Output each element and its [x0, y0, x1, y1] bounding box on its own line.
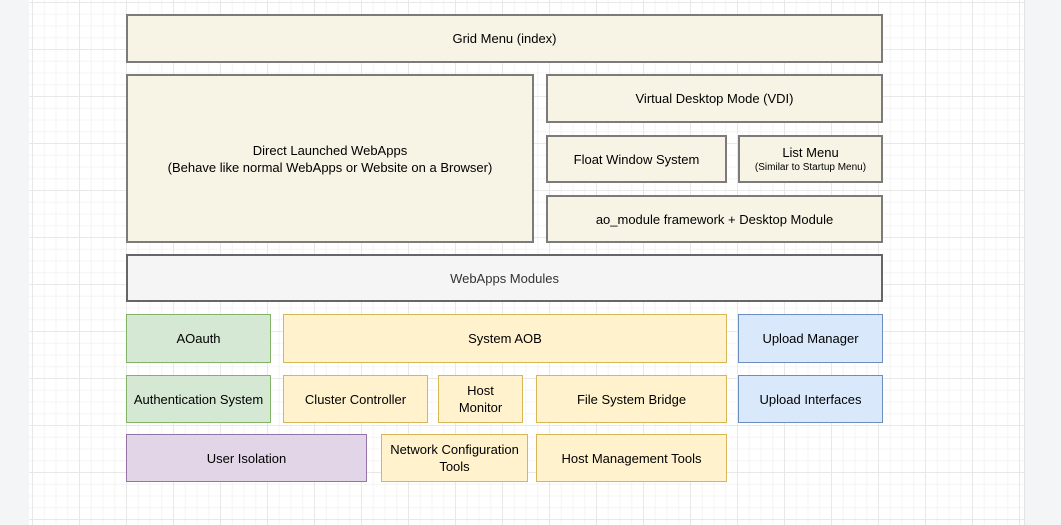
- box-label: WebApps Modules: [450, 270, 559, 287]
- box-virtual-desktop-mode[interactable]: Virtual Desktop Mode (VDI): [546, 74, 883, 123]
- box-direct-launched-webapps[interactable]: Direct Launched WebApps (Behave like nor…: [126, 74, 534, 243]
- box-label: Virtual Desktop Mode (VDI): [636, 90, 794, 107]
- box-float-window-system[interactable]: Float Window System: [546, 135, 727, 183]
- box-label: ao_module framework + Desktop Module: [596, 211, 833, 228]
- box-label: Upload Manager: [762, 330, 858, 347]
- box-label: Host Monitor: [445, 382, 516, 416]
- box-sublabel: (Similar to Startup Menu): [755, 161, 866, 174]
- box-label: Direct Launched WebApps: [253, 142, 407, 159]
- box-label: Upload Interfaces: [760, 391, 862, 408]
- box-label: Authentication System: [134, 391, 263, 408]
- box-grid-menu[interactable]: Grid Menu (index): [126, 14, 883, 63]
- box-user-isolation[interactable]: User Isolation: [126, 434, 367, 482]
- diagram-stage: Grid Menu (index) Direct Launched WebApp…: [0, 0, 1061, 525]
- box-list-menu[interactable]: List Menu (Similar to Startup Menu): [738, 135, 883, 183]
- box-label: Host Management Tools: [562, 450, 702, 467]
- box-host-management-tools[interactable]: Host Management Tools: [536, 434, 727, 482]
- box-label: User Isolation: [207, 450, 286, 467]
- box-authentication-system[interactable]: Authentication System: [126, 375, 271, 423]
- offcanvas-left-strip: [0, 0, 30, 525]
- box-label: List Menu: [782, 145, 838, 161]
- box-webapps-modules[interactable]: WebApps Modules: [126, 254, 883, 302]
- offcanvas-right-strip: [1024, 0, 1061, 525]
- box-label: File System Bridge: [577, 391, 686, 408]
- box-label: AOauth: [176, 330, 220, 347]
- box-label: Grid Menu (index): [452, 30, 556, 47]
- box-ao-module-framework[interactable]: ao_module framework + Desktop Module: [546, 195, 883, 243]
- box-file-system-bridge[interactable]: File System Bridge: [536, 375, 727, 423]
- box-cluster-controller[interactable]: Cluster Controller: [283, 375, 428, 423]
- box-label: Float Window System: [574, 151, 700, 168]
- box-host-monitor[interactable]: Host Monitor: [438, 375, 523, 423]
- box-upload-manager[interactable]: Upload Manager: [738, 314, 883, 363]
- box-label: Network Configuration Tools: [388, 441, 521, 475]
- box-system-aob[interactable]: System AOB: [283, 314, 727, 363]
- box-label: Cluster Controller: [305, 391, 406, 408]
- box-aoauth[interactable]: AOauth: [126, 314, 271, 363]
- box-label: System AOB: [468, 330, 542, 347]
- box-sublabel: (Behave like normal WebApps or Website o…: [168, 159, 493, 176]
- box-upload-interfaces[interactable]: Upload Interfaces: [738, 375, 883, 423]
- box-network-configuration-tools[interactable]: Network Configuration Tools: [381, 434, 528, 482]
